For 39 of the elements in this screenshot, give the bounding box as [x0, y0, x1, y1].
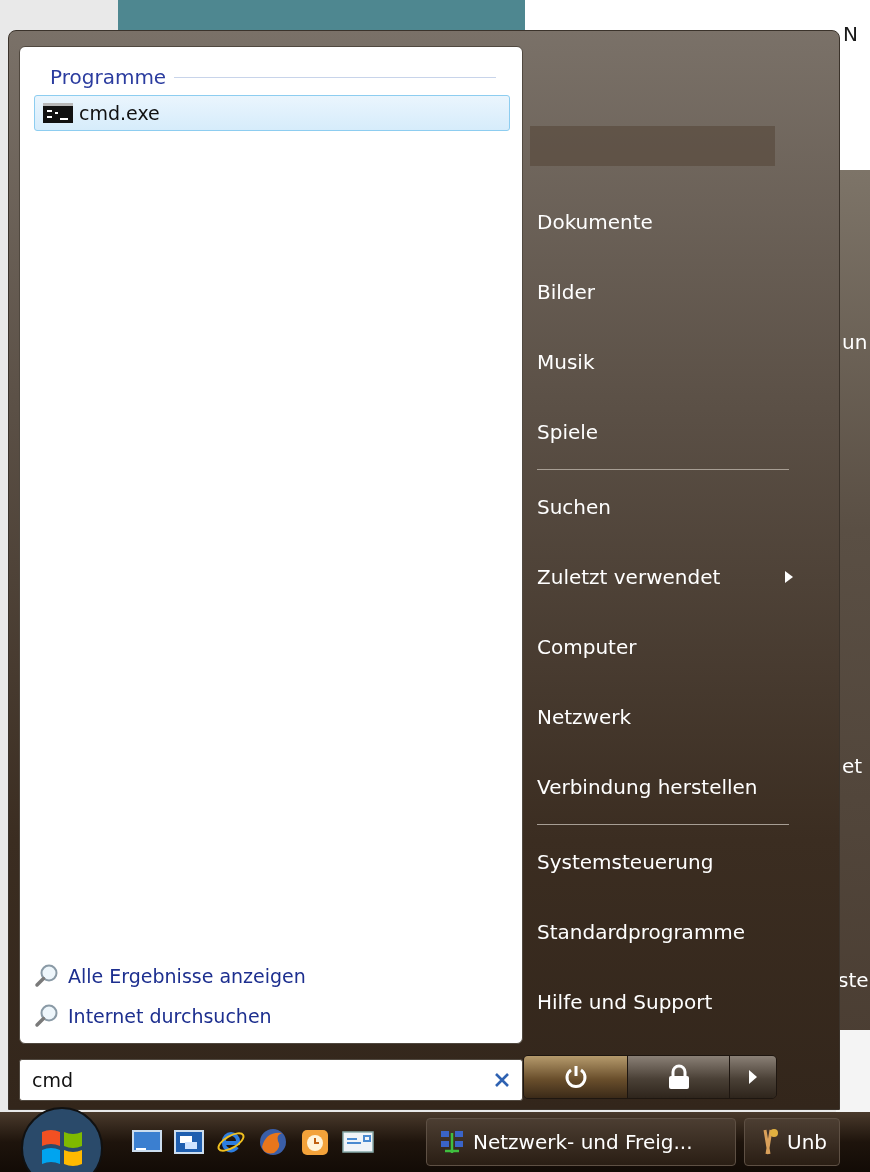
calendar-icon[interactable] [300, 1127, 330, 1157]
menu-item[interactable]: Bilder [537, 257, 799, 327]
search-link[interactable]: Internet durchsuchen [34, 1003, 516, 1029]
console-icon [43, 103, 73, 123]
menu-item[interactable]: Zuletzt verwendet [537, 542, 799, 612]
search-icon [34, 1003, 60, 1029]
taskbar-button[interactable]: Netzwerk- und Freig... [426, 1118, 736, 1166]
arrow-icon [749, 1070, 757, 1084]
menu-item[interactable]: Standardprogramme [537, 897, 799, 967]
background-window-text: N [843, 22, 858, 46]
windows-stack-icon[interactable] [174, 1130, 204, 1154]
search-icon [34, 963, 60, 989]
background-window-text: et [842, 754, 863, 778]
background-window-text: stel [838, 968, 870, 992]
program-item[interactable]: cmd.exe [34, 95, 510, 131]
lock-icon [666, 1064, 691, 1090]
network-icon [439, 1129, 465, 1155]
menu-item[interactable]: Verbindung herstellen [537, 752, 799, 822]
menu-item[interactable]: Dokumente [537, 187, 799, 257]
taskbar-button[interactable]: Unb [744, 1118, 840, 1166]
menu-item[interactable]: Systemsteuerung [537, 827, 799, 897]
background-window-text: un [842, 330, 868, 354]
fox-globe-icon[interactable] [258, 1127, 288, 1157]
menu-item[interactable]: Hilfe und Support [537, 967, 799, 1037]
menu-item[interactable]: Computer [537, 612, 799, 682]
lock-button[interactable] [628, 1056, 730, 1098]
shutdown-options-button[interactable] [730, 1056, 776, 1098]
search-field[interactable]: cmd [19, 1059, 523, 1101]
search-link[interactable]: Alle Ergebnisse anzeigen [34, 963, 516, 989]
menu-item[interactable]: Spiele [537, 397, 799, 467]
menu-item[interactable]: Musik [537, 327, 799, 397]
menu-item[interactable]: Netzwerk [537, 682, 799, 752]
menu-item[interactable]: Suchen [537, 472, 799, 542]
clear-icon[interactable] [495, 1073, 509, 1087]
power-button[interactable] [524, 1056, 628, 1098]
start-button[interactable] [20, 1106, 104, 1172]
desktop-icon[interactable] [132, 1130, 162, 1154]
mail-icon[interactable] [342, 1130, 374, 1154]
section-heading: Programme [50, 65, 167, 89]
